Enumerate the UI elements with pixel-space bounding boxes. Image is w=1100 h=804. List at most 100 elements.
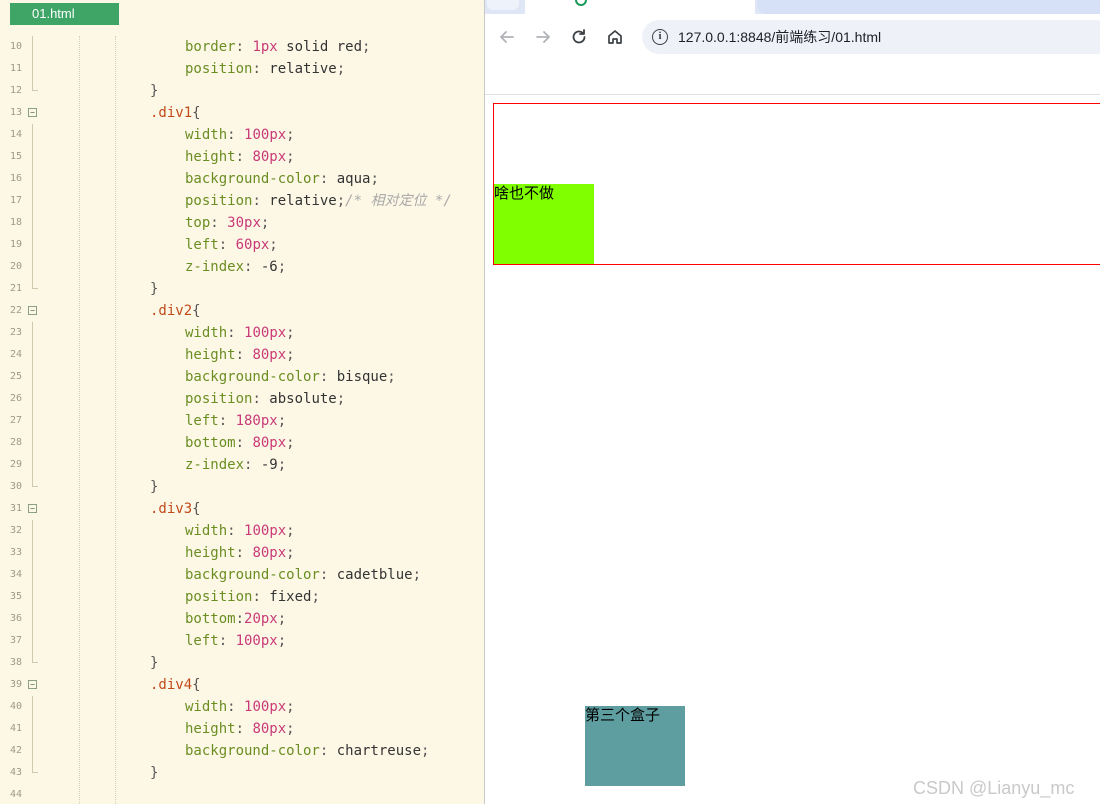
line-number: 17	[9, 195, 22, 206]
url-text[interactable]: 127.0.0.1:8848/前端练习/01.html	[678, 20, 881, 54]
forward-button[interactable]	[532, 26, 554, 48]
line-number: 32	[9, 525, 22, 536]
code-token-punc: :	[235, 39, 253, 55]
code-token-punc: :	[235, 347, 253, 363]
fold-guide	[32, 740, 33, 762]
line-number: 30	[9, 481, 22, 492]
code-token-punc: ;	[286, 721, 295, 737]
code-token-val: chartreuse	[336, 743, 422, 759]
code-token-prop: height	[185, 721, 236, 737]
code-text: width: 100px;	[185, 124, 295, 146]
code-token-punc: ;	[336, 61, 346, 77]
code-text: height: 80px;	[185, 146, 295, 168]
code-token-val: fixed	[269, 589, 312, 605]
code-editor[interactable]: 01.html 10 border: 1px solid red; 11 positi…	[0, 0, 484, 804]
code-token-prop: width	[185, 699, 228, 715]
code-token-punc: :	[244, 259, 261, 275]
line-number: 14	[9, 129, 22, 140]
reload-button[interactable]	[568, 26, 590, 48]
code-token-num: 80	[252, 435, 270, 451]
code-token-num: 80	[252, 347, 270, 363]
code-token-punc: :	[218, 413, 236, 429]
code-text: z-index: -9;	[185, 454, 286, 476]
fold-end-marker	[32, 278, 38, 289]
address-bar[interactable]: i 127.0.0.1:8848/前端练习/01.html	[642, 20, 1100, 54]
code-token-punc: ;	[286, 347, 295, 363]
code-token-punc: {	[192, 105, 201, 121]
code-token-val: aqua	[336, 171, 371, 187]
code-token-punc: :	[252, 193, 270, 209]
code-token-prop: position	[185, 589, 253, 605]
fold-guide	[32, 146, 33, 168]
back-button[interactable]	[496, 26, 518, 48]
code-token-prop: border	[185, 39, 236, 55]
line-number: 23	[9, 327, 22, 338]
fold-guide	[32, 212, 33, 234]
code-token-punc: }	[150, 83, 159, 99]
code-token-num: 20	[244, 611, 261, 627]
code-token-prop: background-color	[185, 369, 320, 385]
browser-tab-active[interactable]	[525, 0, 755, 14]
fold-toggle-icon[interactable]: −	[28, 680, 37, 689]
fold-guide	[32, 36, 33, 58]
info-icon[interactable]: i	[652, 29, 668, 45]
reload-icon	[572, 29, 586, 44]
code-text: height: 80px;	[185, 718, 295, 740]
code-token-prop: bottom	[185, 611, 236, 627]
code-token-prop: top	[185, 215, 211, 231]
code-token-num: 180	[235, 413, 261, 429]
code-token-punc: :	[218, 633, 236, 649]
code-text: background-color: aqua;	[185, 168, 379, 190]
code-token-val: relative	[269, 61, 337, 77]
div3-cadetblue-box: 第三个盒子	[585, 706, 685, 786]
code-text: position: fixed;	[185, 586, 320, 608]
div4-label: 啥也不做	[494, 184, 555, 202]
code-token-sel: .div1	[150, 105, 193, 121]
code-token-num: 100	[244, 699, 270, 715]
fold-toggle-icon[interactable]: −	[28, 504, 37, 513]
browser-tab-inactive[interactable]	[487, 0, 519, 10]
code-token-prop: width	[185, 325, 228, 341]
code-token-punc: ;	[421, 743, 430, 759]
code-token-punc: ;	[277, 259, 287, 275]
editor-tab-01-html[interactable]: 01.html	[10, 3, 119, 25]
line-number: 43	[9, 767, 22, 778]
code-token-punc: :	[244, 457, 261, 473]
fold-toggle-icon[interactable]: −	[28, 306, 37, 315]
browser-toolbar: i 127.0.0.1:8848/前端练习/01.html	[485, 14, 1100, 60]
line-number: 33	[9, 547, 22, 558]
div4-chartreuse-box: 啥也不做	[494, 184, 594, 264]
fold-guide	[32, 344, 33, 366]
code-text: width: 100px;	[185, 520, 295, 542]
code-token-val: absolute	[269, 391, 337, 407]
code-token-punc: ;	[370, 171, 379, 187]
code-text: }	[150, 652, 158, 674]
fold-guide	[32, 608, 33, 630]
code-token-punc: ;	[362, 39, 371, 55]
fold-guide	[32, 454, 33, 476]
code-token-num: 100	[244, 127, 270, 143]
arrow-left-icon	[500, 31, 514, 43]
code-token-punc: ;	[286, 699, 295, 715]
line-number: 21	[9, 283, 22, 294]
code-token-punc: ;	[311, 589, 320, 605]
line-number: 26	[9, 393, 22, 404]
line-number: 34	[9, 569, 22, 580]
fold-end-marker	[32, 80, 38, 91]
fold-toggle-icon[interactable]: −	[28, 108, 37, 117]
code-token-sel: .div4	[150, 677, 193, 693]
code-token-punc: ;	[286, 127, 295, 143]
line-number: 27	[9, 415, 22, 426]
code-text: height: 80px;	[185, 344, 295, 366]
code-token-punc: ;	[286, 523, 295, 539]
code-text: .div4{	[150, 674, 201, 696]
fold-guide	[32, 586, 33, 608]
code-token-unit: px	[269, 523, 287, 539]
fold-end-marker	[32, 652, 38, 663]
code-token-punc: :	[252, 61, 270, 77]
code-token-prop: left	[185, 413, 219, 429]
home-button[interactable]	[604, 26, 626, 48]
code-token-punc: :	[235, 435, 253, 451]
fold-guide	[32, 520, 33, 542]
code-token-prop: background-color	[185, 567, 320, 583]
